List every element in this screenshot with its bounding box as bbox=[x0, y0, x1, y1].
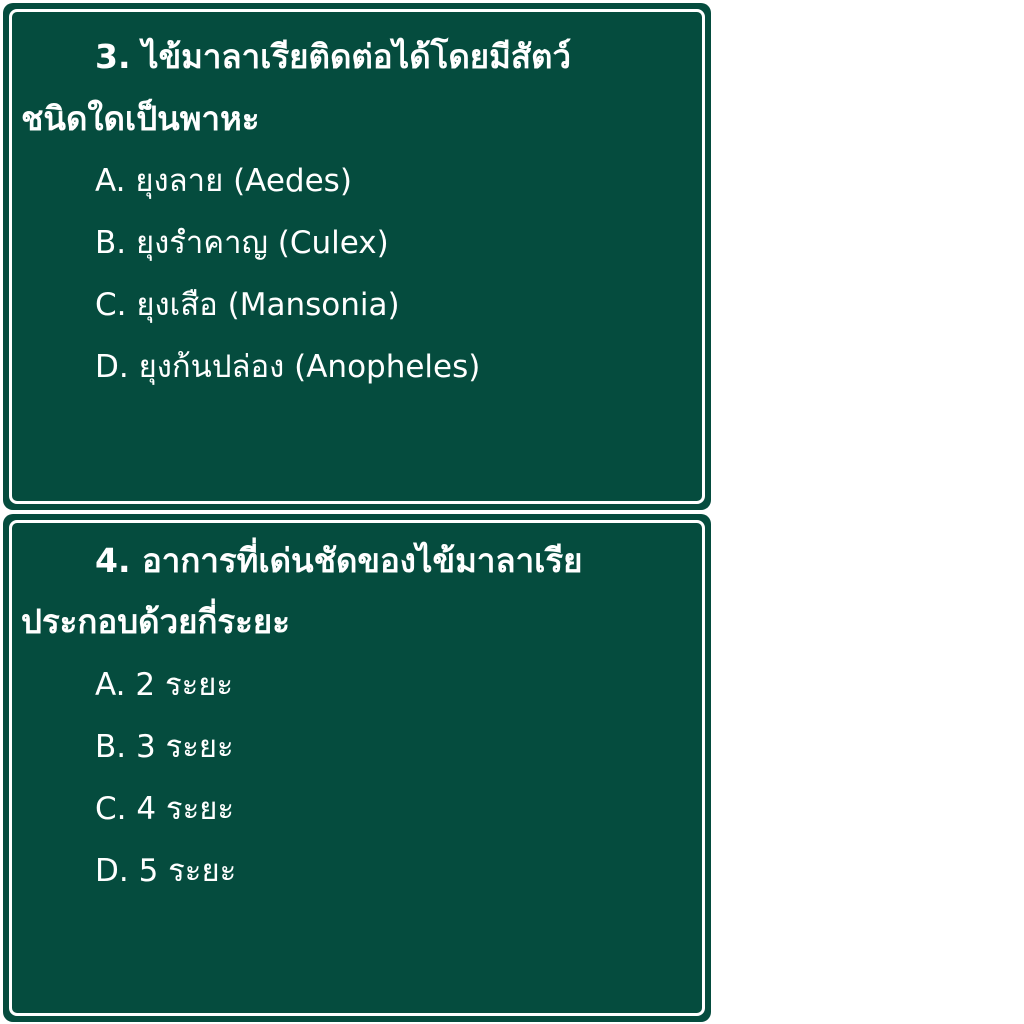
question-4-option-c[interactable]: C. 4 ระยะ bbox=[95, 789, 234, 829]
question-3-text-line2: ชนิดใดเป็นพาหะ bbox=[21, 99, 260, 138]
question-4-text-line2: ประกอบด้วยกี่ระยะ bbox=[21, 602, 290, 641]
question-3-option-b[interactable]: B. ยุงรำคาญ (Culex) bbox=[95, 223, 389, 263]
question-4-option-d[interactable]: D. 5 ระยะ bbox=[95, 851, 236, 891]
question-3-option-d[interactable]: D. ยุงก้นปล่อง (Anopheles) bbox=[95, 347, 480, 387]
question-card-4: 4. อาการที่เด่นชัดของไข้มาลาเรีย ประกอบด… bbox=[3, 514, 711, 1022]
question-card-3: 3. ไข้มาลาเรียติดต่อได้โดยมีสัตว์ ชนิดใด… bbox=[3, 3, 711, 510]
question-3-option-a[interactable]: A. ยุงลาย (Aedes) bbox=[95, 161, 352, 201]
question-3-text-line1: 3. ไข้มาลาเรียติดต่อได้โดยมีสัตว์ bbox=[95, 37, 572, 76]
question-4-text-line1: 4. อาการที่เด่นชัดของไข้มาลาเรีย bbox=[95, 541, 583, 580]
question-4-option-b[interactable]: B. 3 ระยะ bbox=[95, 727, 234, 767]
card-border bbox=[9, 520, 705, 1016]
question-3-option-c[interactable]: C. ยุงเสือ (Mansonia) bbox=[95, 285, 400, 325]
question-4-option-a[interactable]: A. 2 ระยะ bbox=[95, 665, 233, 705]
